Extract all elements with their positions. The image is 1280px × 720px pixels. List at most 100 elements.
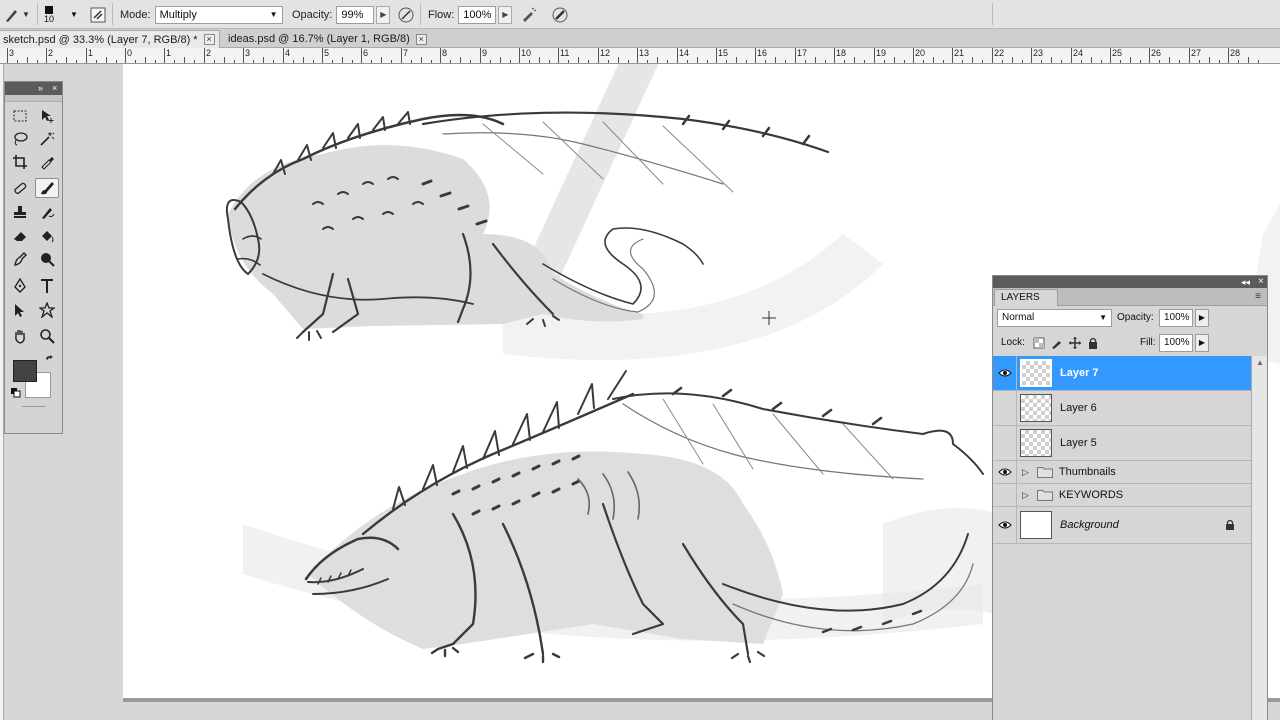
collapse-icon[interactable]: ◂◂ [1241, 276, 1250, 288]
lock-transparency-icon[interactable] [1033, 337, 1045, 349]
ruler-major-tick [283, 48, 284, 63]
collapse-icon[interactable]: » [38, 82, 43, 95]
ruler-minor-tick [145, 57, 146, 63]
brush-size-picker[interactable]: 10 [44, 0, 54, 29]
healing-brush-tool[interactable] [8, 178, 32, 198]
path-select-tool[interactable] [8, 300, 32, 320]
layer-group-thumbnails[interactable]: ▷ Thumbnails [993, 461, 1251, 484]
visibility-toggle[interactable] [993, 391, 1017, 425]
close-icon[interactable]: × [1258, 276, 1264, 288]
marquee-icon [13, 110, 27, 122]
history-brush-tool[interactable] [35, 202, 59, 222]
fill-input[interactable]: 100% [1159, 334, 1193, 352]
airbrush-toggle[interactable] [518, 0, 538, 29]
zoom-tool[interactable] [35, 326, 59, 346]
layer-list-scrollbar[interactable]: ▲ [1251, 356, 1267, 720]
panel-menu-icon[interactable]: ≡ [1255, 291, 1261, 302]
layer-group-keywords[interactable]: ▷ KEYWORDS [993, 484, 1251, 507]
tools-panel-grip[interactable] [5, 95, 62, 102]
clone-stamp-tool[interactable] [8, 202, 32, 222]
expand-triangle-icon[interactable]: ▷ [1022, 467, 1029, 478]
layer-thumbnail [1020, 359, 1052, 387]
layer-row-layer-6[interactable]: Layer 6 [993, 391, 1251, 426]
ruler-tick-label: 15 [718, 48, 729, 58]
ruler-minor-tick [805, 60, 806, 63]
ruler-tick-label: 3 [245, 48, 251, 58]
move-tool[interactable] [35, 106, 59, 126]
paint-bucket-tool[interactable] [35, 226, 59, 246]
layer-opacity-input[interactable]: 100% [1159, 309, 1193, 327]
tab-sketch[interactable]: sketch.psd @ 33.3% (Layer 7, RGB/8) * × [0, 30, 220, 48]
layer-name: Layer 7 [1060, 367, 1099, 379]
ruler-minor-tick [470, 60, 471, 63]
opacity-slider-button[interactable]: ▶ [376, 5, 391, 24]
ruler-minor-tick [1219, 60, 1220, 63]
visibility-toggle[interactable] [993, 461, 1017, 483]
close-icon[interactable]: × [415, 33, 427, 45]
visibility-toggle[interactable] [993, 484, 1017, 506]
opacity-input[interactable]: 99% [336, 5, 375, 24]
ruler-minor-tick [707, 60, 708, 63]
tab-layers[interactable]: LAYERS [994, 289, 1058, 306]
brush-tool[interactable] [35, 178, 59, 198]
ruler-tick-label: 1 [88, 48, 94, 58]
eyedropper-tool[interactable] [35, 152, 59, 172]
tab-ideas[interactable]: ideas.psd @ 16.7% (Layer 1, RGB/8) × [224, 30, 431, 48]
pressure-opacity-toggle[interactable] [396, 0, 416, 29]
opacity-label: Opacity: [292, 8, 333, 21]
pen-tool[interactable] [8, 276, 32, 296]
ruler-minor-tick [1159, 60, 1160, 63]
close-icon[interactable]: × [52, 82, 57, 95]
shape-tool[interactable] [35, 300, 59, 320]
flow-slider-button[interactable]: ▶ [498, 5, 513, 24]
ruler-minor-tick [765, 60, 766, 63]
dodge-tool[interactable] [35, 249, 59, 269]
visibility-toggle[interactable] [993, 507, 1017, 543]
hand-tool[interactable] [8, 326, 32, 346]
ruler-top[interactable]: 3 2 1 0 1 2 3 4 5 6 7 8 9 10 11 12 13 14 15 16 17 18 19 20 21 22 2… [0, 48, 1280, 64]
ruler-minor-tick [1140, 60, 1141, 63]
mode-select[interactable]: Multiply ▼ [154, 5, 283, 24]
marquee-tool[interactable] [8, 106, 32, 126]
chevron-down-icon[interactable]: ▼ [70, 0, 78, 29]
visibility-toggle[interactable] [993, 426, 1017, 460]
ruler-major-tick [716, 48, 717, 63]
layer-row-layer-7[interactable]: Layer 7 [993, 356, 1251, 391]
chevron-right-icon[interactable]: ▶ [1195, 334, 1209, 352]
brush-panel-toggle[interactable] [88, 0, 108, 29]
lock-position-icon[interactable] [1069, 337, 1081, 349]
ruler-minor-tick [1061, 60, 1062, 63]
layer-row-layer-5[interactable]: Layer 5 [993, 426, 1251, 461]
ruler-minor-tick [313, 60, 314, 63]
ruler-major-tick [1071, 48, 1072, 63]
visibility-toggle[interactable] [993, 356, 1017, 390]
blend-mode-select[interactable]: Normal ▼ [997, 309, 1112, 327]
eraser-tool[interactable] [8, 226, 32, 246]
foreground-color-swatch[interactable] [13, 360, 37, 382]
scroll-up-icon[interactable]: ▲ [1256, 358, 1264, 367]
blur-tool[interactable] [8, 249, 32, 269]
type-tool[interactable] [35, 276, 59, 296]
magic-wand-tool[interactable] [35, 129, 59, 149]
ruler-tick-label: 23 [1033, 48, 1044, 58]
chevron-right-icon[interactable]: ▶ [1195, 309, 1209, 327]
ruler-minor-tick [273, 60, 274, 63]
lock-pixels-icon[interactable] [1051, 337, 1063, 349]
close-icon[interactable]: × [203, 34, 215, 45]
tool-preset-picker[interactable]: ▼ [2, 0, 30, 29]
swap-colors-icon[interactable] [45, 355, 55, 368]
layer-row-background[interactable]: Background [993, 507, 1251, 544]
chevron-down-icon: ▼ [22, 10, 30, 19]
ruler-minor-tick [1091, 57, 1092, 63]
crop-tool[interactable] [8, 152, 32, 172]
ruler-tick-label: 10 [521, 48, 532, 58]
folder-icon [1036, 467, 1053, 478]
lasso-tool[interactable] [8, 129, 32, 149]
lock-all-icon[interactable] [1087, 337, 1099, 349]
ruler-minor-tick [1209, 57, 1210, 63]
expand-triangle-icon[interactable]: ▷ [1022, 490, 1029, 501]
default-colors-icon[interactable] [11, 388, 21, 401]
flow-input[interactable]: 100% [458, 5, 497, 24]
ruler-minor-tick [1169, 57, 1170, 63]
pressure-size-toggle[interactable] [550, 0, 570, 29]
